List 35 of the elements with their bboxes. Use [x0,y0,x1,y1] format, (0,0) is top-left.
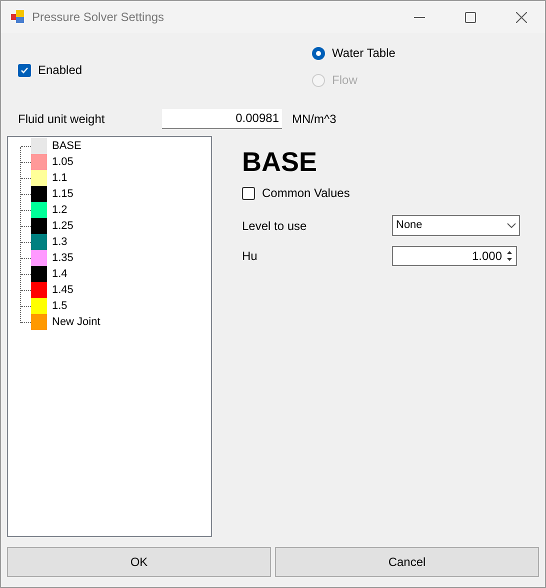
tree-item[interactable]: 1.45 [51,282,74,298]
radio-label: Flow [332,72,358,89]
fluid-unit-weight-field[interactable]: 0.00981 [162,109,282,129]
tree-item[interactable]: 1.35 [51,250,74,266]
checkbox-label: Enabled [38,62,82,79]
tree-item[interactable]: New Joint [51,314,102,330]
tree-item[interactable]: 1.05 [51,154,74,170]
dialog-button[interactable]: Cancel [275,547,539,577]
close-icon[interactable] [516,12,527,22]
tree-item[interactable]: 1.3 [51,234,68,250]
radio-label: Water Table [332,45,396,62]
hu-spin-field[interactable]: 1.000 [392,246,517,266]
dialog-button[interactable]: OK [7,547,271,577]
app-icon [11,10,25,24]
unit-label: MN/m^3 [292,111,336,128]
checkbox[interactable] [18,64,31,76]
joint-heading: BASE [242,146,318,178]
tree-item[interactable]: BASE [51,138,82,154]
tree-item[interactable]: 1.1 [51,170,68,186]
field-label: Level to use [242,218,308,234]
tree-item[interactable]: 1.2 [51,202,68,218]
tree-item[interactable]: 1.25 [51,218,74,234]
tree-item[interactable]: 1.5 [51,298,68,314]
checkbox-label: Common Values [262,185,350,202]
maximize-icon[interactable] [465,12,476,22]
level-dropdown[interactable]: None [392,215,520,236]
caret-icon [507,223,516,228]
checkbox[interactable] [242,186,255,200]
checkmark-icon [20,66,29,74]
field-label: Hu [242,248,258,265]
tree-item[interactable]: 1.15 [51,186,74,202]
field-label: Fluid unit weight [18,111,106,128]
radio-button[interactable] [312,46,326,60]
window-title: Pressure Solver Settings [32,9,164,26]
tree-item[interactable]: 1.4 [51,266,68,282]
